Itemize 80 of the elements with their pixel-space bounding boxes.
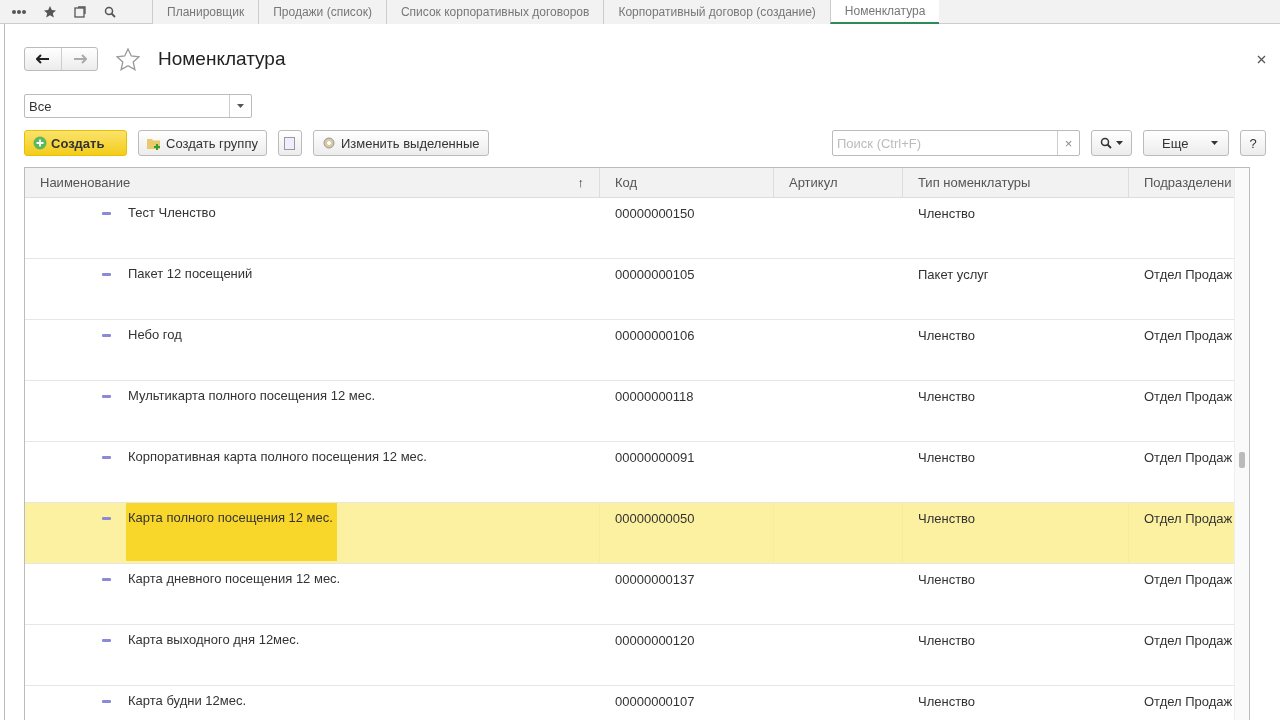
table-cell-text: 00000000107 xyxy=(614,693,696,711)
table-cell-text: Корпоративная карта полного посещения 12 мес. xyxy=(127,448,428,466)
table-cell-text: Отдел Продаж xyxy=(1143,388,1234,406)
apps-icon[interactable] xyxy=(12,8,26,15)
tab[interactable]: Список корпоративных договоров xyxy=(385,0,604,24)
table-cell-text: 00000000106 xyxy=(614,327,696,345)
search-icon xyxy=(1100,137,1112,149)
table-cell-text: 00000000091 xyxy=(614,449,696,467)
item-icon xyxy=(102,456,111,459)
table-cell: Членство xyxy=(902,503,1128,563)
item-icon xyxy=(102,212,111,215)
item-icon xyxy=(102,517,111,520)
column-header[interactable]: Код xyxy=(599,168,773,197)
tab[interactable]: Номенклатура xyxy=(829,0,940,24)
table-cell-text: 00000000120 xyxy=(614,632,696,650)
table-cell-text: Пакет 12 посещений xyxy=(127,265,254,283)
table-row[interactable]: Карта полного посещения 12 мес. 00000000050 Членство Отдел Продаж xyxy=(25,503,1234,564)
column-header[interactable]: Артикул xyxy=(773,168,902,197)
table-cell-text: 00000000150 xyxy=(614,205,696,223)
list-button[interactable] xyxy=(277,130,302,156)
item-icon xyxy=(102,578,111,581)
column-header[interactable]: Наименование ↑ xyxy=(25,168,599,197)
help-button[interactable]: ? xyxy=(1240,130,1266,156)
window-title: Номенклатура xyxy=(158,48,287,70)
table-cell-text: Членство xyxy=(917,327,977,345)
table-cell-text: Отдел Продаж xyxy=(1143,327,1234,345)
caret-icon xyxy=(1116,141,1123,145)
tab[interactable]: Планировщик xyxy=(152,0,259,24)
table-cell-text: Отдел Продаж xyxy=(1143,693,1234,711)
edit-selected-button[interactable]: Изменить выделенные xyxy=(312,130,489,156)
column-header[interactable]: Тип номенклатуры xyxy=(902,168,1128,197)
table-cell-text: Отдел Продаж xyxy=(1143,266,1234,284)
tab[interactable]: Продажи (список) xyxy=(258,0,386,24)
table-cell-text: Тест Членство xyxy=(127,204,217,222)
plus-icon xyxy=(33,136,47,150)
table-cell-text: Отдел Продаж xyxy=(1143,632,1234,650)
create-button[interactable]: Создать xyxy=(24,130,127,156)
table-cell-text: Отдел Продаж xyxy=(1143,571,1234,589)
scrollbar[interactable] xyxy=(1234,168,1249,720)
clear-button[interactable]: × xyxy=(1057,131,1079,155)
item-icon xyxy=(102,334,111,337)
table-cell-text: Пакет услуг xyxy=(917,266,990,284)
tab[interactable]: Корпоративный договор (создание) xyxy=(603,0,830,24)
create-group-button[interactable]: Создать группу xyxy=(138,130,267,156)
item-icon xyxy=(102,639,111,642)
folder-icon xyxy=(147,136,162,150)
document-icon xyxy=(284,136,296,150)
table-cell-text: Членство xyxy=(917,388,977,406)
table-cell-text: Карта дневного посещения 12 мес. xyxy=(127,570,342,588)
arrow-left-icon xyxy=(36,54,50,64)
table-cell-text: Карта выходного дня 12мес. xyxy=(127,631,301,649)
filter-dropdown[interactable]: Все xyxy=(24,94,252,118)
table-cell-text: Членство xyxy=(917,632,977,650)
table-cell-text: Членство xyxy=(917,693,977,711)
star-icon[interactable] xyxy=(44,5,56,18)
table-cell-text: Членство xyxy=(917,449,977,467)
table-cell-text: 00000000118 xyxy=(614,388,695,406)
table-cell-text: Небо год xyxy=(127,326,183,344)
history-icon[interactable] xyxy=(74,5,86,18)
table-cell-text: 00000000105 xyxy=(614,266,696,284)
item-icon xyxy=(102,395,111,398)
search-options-button[interactable] xyxy=(1091,130,1132,156)
arrow-right-icon xyxy=(72,54,87,64)
caret-icon xyxy=(237,104,244,108)
table-cell-text: Отдел Продаж xyxy=(1143,449,1234,467)
search-icon[interactable] xyxy=(104,5,116,18)
caret-icon xyxy=(1211,141,1218,145)
table-cell-text: 00000000137 xyxy=(614,571,696,589)
table-cell-text: Членство xyxy=(917,205,977,223)
more-button[interactable]: Еще xyxy=(1143,130,1229,156)
table-cell-text: Карта будни 12мес. xyxy=(127,692,247,710)
table-cell: Карта полного посещения 12 мес. xyxy=(126,503,337,561)
star-icon[interactable] xyxy=(116,47,140,71)
table-cell-text: Мультикарта полного посещения 12 мес. xyxy=(127,387,377,405)
table-cell: 00000000050 xyxy=(599,503,773,563)
table-cell-text: Членство xyxy=(917,571,977,589)
item-icon xyxy=(102,273,111,276)
item-icon xyxy=(102,700,111,703)
sort-indicator: ↑ xyxy=(577,175,584,190)
search-field[interactable]: Поиск (Ctrl+F) × xyxy=(832,130,1080,156)
